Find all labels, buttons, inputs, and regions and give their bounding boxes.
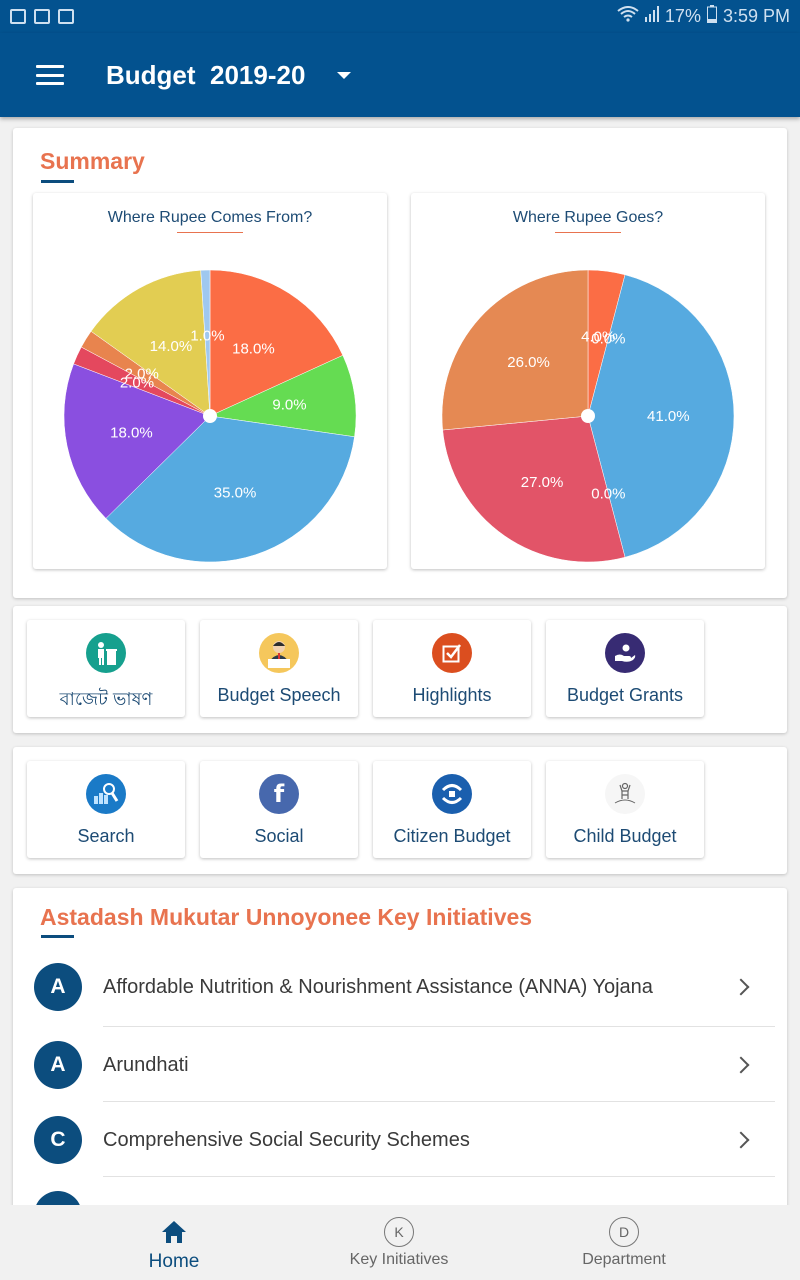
tile-label: Social (254, 826, 304, 846)
list-item[interactable]: A Arundhati (13, 1027, 787, 1102)
clock: 3:59 PM (722, 6, 790, 26)
key-initiatives-card: Astadash Mukutar Unnoyonee Key Initiativ… (13, 888, 787, 1237)
slice-value-label: 1.0% (190, 328, 224, 345)
caret-down-icon[interactable] (337, 71, 352, 79)
tile-search[interactable]: Search (27, 761, 185, 858)
slice-value-label: 26.0% (507, 354, 550, 371)
pie-chart-svg: 4.0%0.0%41.0%0.0%27.0%26.0% (441, 269, 735, 563)
initiatives-list: A Affordable Nutrition & Nourishment Ass… (13, 946, 787, 1237)
summary-title: Summary (40, 148, 145, 174)
slice-value-label: 0.0% (591, 330, 625, 347)
slice-value-label: 0.0% (591, 486, 625, 503)
tile-citizen-budget[interactable]: Citizen Budget (373, 761, 531, 858)
slice-value-label: 35.0% (214, 484, 257, 501)
slice-value-label: 2.0% (125, 366, 159, 383)
gallery-icon (34, 9, 50, 24)
gmail-icon (10, 9, 26, 24)
d-circle-icon: D (609, 1217, 639, 1247)
tile-label: বাজেট ভাষণ (59, 689, 153, 709)
tile-bengali-budget-speech[interactable]: বাজেট ভাষণ (27, 620, 185, 717)
battery-icon (706, 5, 717, 28)
slice-value-label: 27.0% (521, 474, 564, 491)
nav-label: Department (582, 1251, 666, 1268)
citizen-icon (432, 774, 472, 814)
slice-value-label: 41.0% (647, 408, 690, 425)
nav-label: Key Initiatives (349, 1251, 449, 1268)
home-icon (159, 1217, 189, 1247)
list-item[interactable]: C Comprehensive Social Security Schemes (13, 1102, 787, 1177)
facebook-icon: f (259, 774, 299, 814)
status-bar: 17% 3:59 PM (0, 0, 800, 33)
summary-underline (41, 180, 74, 183)
pie-center-hole (203, 409, 217, 423)
tile-label: Search (77, 826, 135, 846)
tile-label: Budget Speech (217, 685, 341, 705)
checkbox-icon (432, 633, 472, 673)
chevron-right-icon (732, 1056, 750, 1073)
letter-avatar: C (34, 1115, 82, 1164)
search-chart-icon (86, 774, 126, 814)
slice-value-label: 18.0% (110, 424, 153, 441)
k-circle-icon: K (384, 1217, 414, 1247)
quick-links-card-2: Search f Social Citizen Budget Child Bud… (13, 747, 787, 874)
chevron-right-icon (732, 978, 750, 995)
list-item[interactable]: A Affordable Nutrition & Nourishment Ass… (13, 946, 787, 1027)
tile-budget-speech[interactable]: Budget Speech (200, 620, 358, 717)
letter-avatar: A (34, 1040, 82, 1089)
tile-label: Highlights (412, 685, 492, 705)
item-label: Comprehensive Social Security Schemes (103, 1128, 470, 1151)
pie-slice[interactable] (441, 269, 589, 431)
wifi-icon (617, 6, 639, 27)
hamburger-menu-button[interactable] (36, 65, 64, 85)
slice-value-label: 18.0% (232, 340, 275, 357)
app-title: Budget 2019-20 (106, 59, 306, 90)
signal-icon (644, 6, 659, 27)
tile-label: Citizen Budget (393, 826, 511, 846)
slice-value-label: 14.0% (150, 338, 193, 355)
nav-department[interactable]: D Department (524, 1205, 724, 1269)
summary-card: Summary Where Rupee Comes From? 18.0% 9.0… (13, 128, 787, 598)
speaker-person-icon (259, 633, 299, 673)
tile-social[interactable]: f Social (200, 761, 358, 858)
tile-label: Child Budget (573, 826, 677, 846)
nav-key-initiatives[interactable]: K Key Initiatives (299, 1205, 499, 1269)
initiatives-underline (41, 935, 74, 938)
slice-value-label: 9.0% (272, 397, 306, 414)
item-label: Affordable Nutrition & Nourishment Assis… (103, 975, 653, 998)
hand-grant-icon (605, 633, 645, 673)
hamburger-icon (36, 65, 64, 68)
tile-highlights[interactable]: Highlights (373, 620, 531, 717)
task-icon (58, 9, 74, 24)
quick-links-card-1: বাজেট ভাষণ Budget Speech Highlights Budg… (13, 606, 787, 733)
app-bar: Budget 2019-20 (0, 33, 800, 117)
battery-percent: 17% (664, 6, 701, 26)
rupee-goes-chart[interactable]: Where Rupee Goes? 4.0% 0.0% 41.0% 0.0% 27.0%… (411, 193, 765, 569)
tile-child-budget[interactable]: Child Budget (546, 761, 704, 858)
chevron-right-icon (732, 1131, 750, 1148)
tile-budget-grants[interactable]: Budget Grants (546, 620, 704, 717)
initiatives-title: Astadash Mukutar Unnoyonee Key Initiativ… (40, 904, 533, 930)
pie-chart-svg: 18.0%9.0%35.0%18.0%2.0%2.0%14.0%1.0% (63, 269, 357, 563)
nav-home[interactable]: Home (74, 1205, 274, 1273)
nav-label: Home (148, 1251, 200, 1272)
child-icon (605, 774, 645, 814)
letter-avatar: A (34, 962, 82, 1011)
speech-podium-icon (86, 633, 126, 673)
tile-label: Budget Grants (566, 685, 684, 705)
rupee-comes-from-chart[interactable]: Where Rupee Comes From? 18.0% 9.0% 35.0% 18… (33, 193, 387, 569)
pie-center-hole (581, 409, 595, 423)
bottom-navigation: Home K Key Initiatives D Department (0, 1205, 800, 1280)
item-label: Arundhati (103, 1053, 189, 1076)
